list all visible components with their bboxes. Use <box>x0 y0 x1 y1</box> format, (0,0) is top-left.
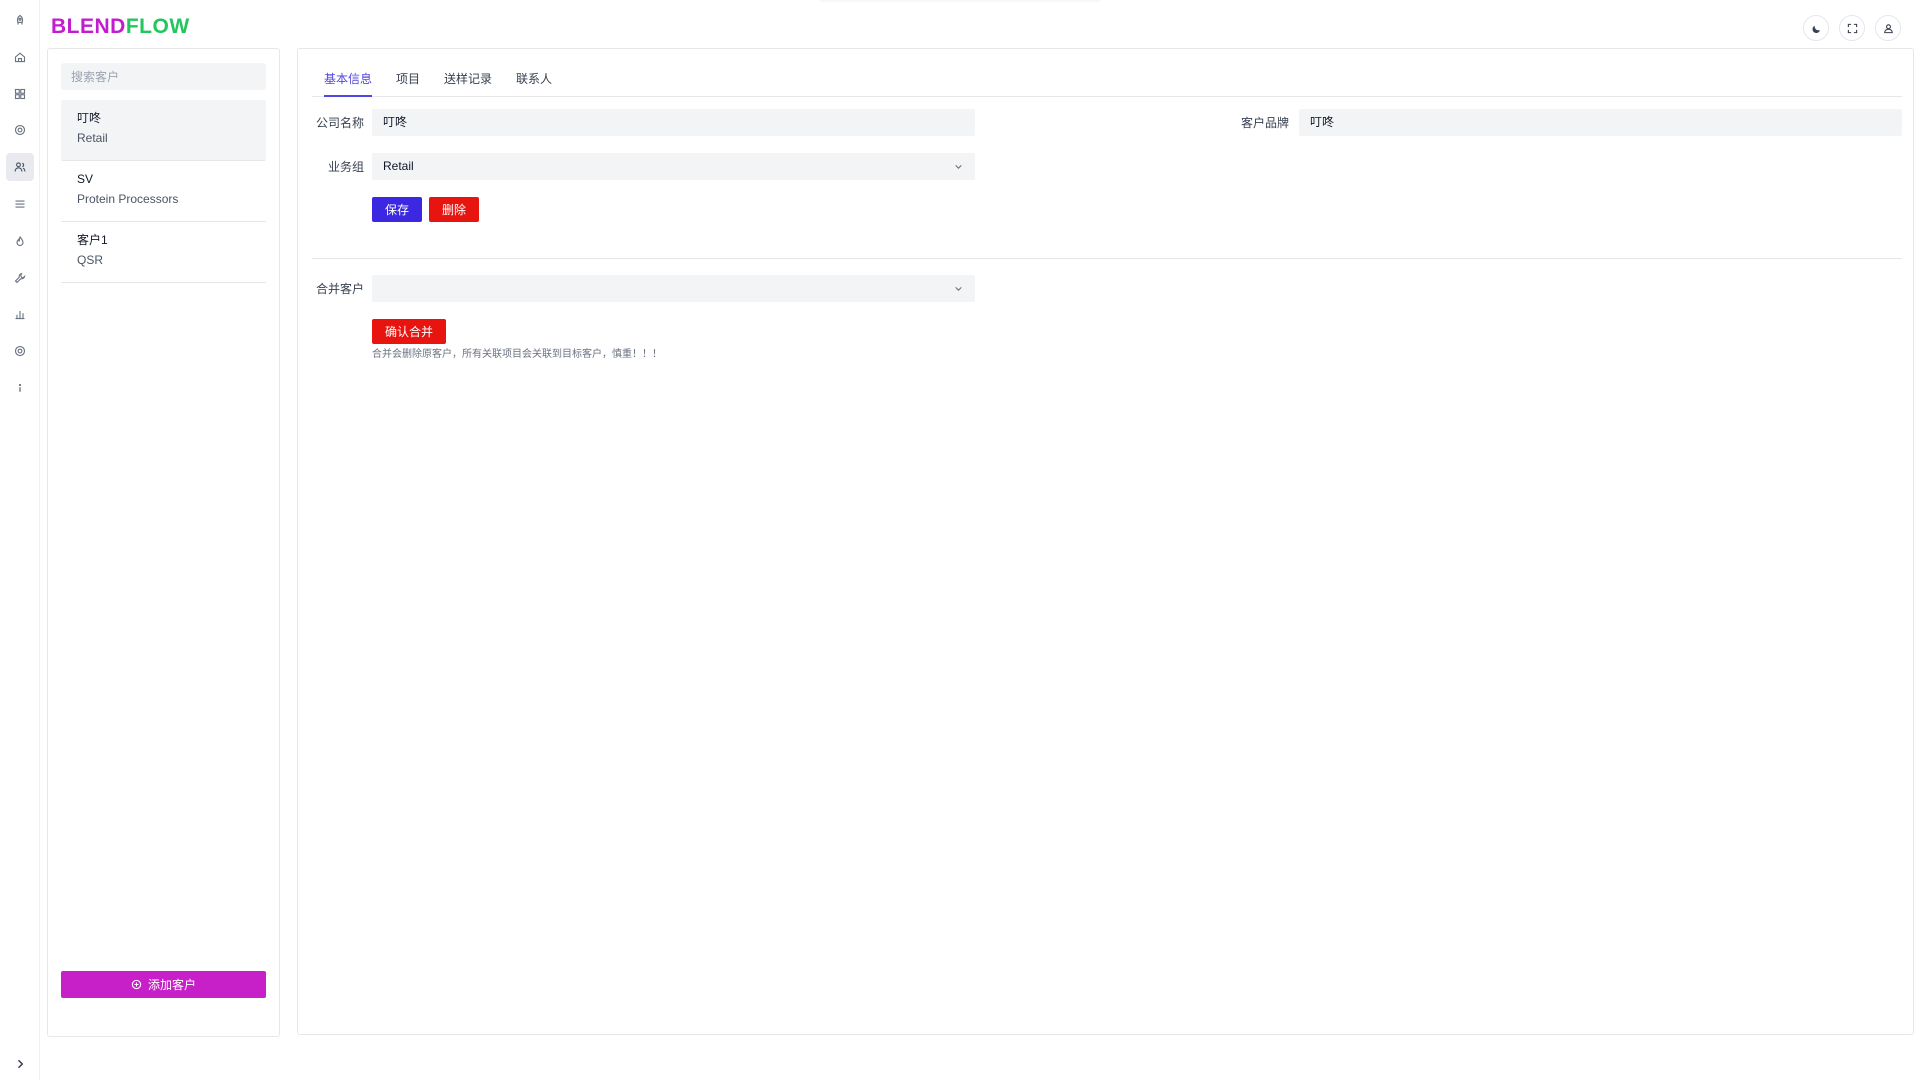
logo-part2: FLOW <box>125 15 190 38</box>
user-button[interactable] <box>1875 15 1901 41</box>
customer-list-panel: 叮咚 Retail SV Protein Processors 客户1 QSR … <box>47 48 280 1037</box>
brand-field[interactable]: 叮咚 <box>1299 109 1902 136</box>
merge-customer-select[interactable] <box>372 275 975 302</box>
confirm-merge-button[interactable]: 确认合并 <box>372 319 446 344</box>
business-group-select[interactable]: Retail <box>372 153 975 180</box>
rocket-icon[interactable] <box>6 6 34 34</box>
business-group-value: Retail <box>383 159 414 173</box>
merge-warning-text: 合并会删除原客户，所有关联项目会关联到目标客户，慎重！！！ <box>372 349 662 360</box>
user-icon <box>1883 23 1893 33</box>
logo-part1: BLEND <box>51 15 126 38</box>
side-rail <box>0 0 40 1080</box>
merge-customer-label: 合并客户 <box>315 282 364 296</box>
brand-label: 客户品牌 <box>1240 116 1289 130</box>
customer-group: Protein Processors <box>77 192 179 206</box>
business-group-label: 业务组 <box>327 160 364 174</box>
customer-group: Retail <box>77 131 108 145</box>
theme-toggle-button[interactable] <box>1803 15 1829 41</box>
fullscreen-icon <box>1847 23 1857 33</box>
chevron-down-icon <box>955 286 962 291</box>
save-button[interactable]: 保存 <box>372 197 422 222</box>
target-icon[interactable] <box>6 116 34 144</box>
top-notch <box>820 0 1100 3</box>
info-icon[interactable] <box>6 374 34 402</box>
customer-item-customer1[interactable]: 客户1 QSR <box>61 222 266 283</box>
fullscreen-button[interactable] <box>1839 15 1865 41</box>
list-icon[interactable] <box>6 190 34 218</box>
tab-basic-info[interactable]: 基本信息 <box>324 71 373 97</box>
tab-projects[interactable]: 项目 <box>396 71 420 96</box>
fire-icon[interactable] <box>6 227 34 255</box>
settings-icon[interactable] <box>6 337 34 365</box>
moon-icon <box>1812 25 1820 33</box>
customer-item-sv[interactable]: SV Protein Processors <box>61 161 266 222</box>
plus-circle-icon <box>131 979 142 990</box>
tab-sample-records[interactable]: 送样记录 <box>444 71 492 96</box>
customer-search-input[interactable] <box>61 63 266 90</box>
bar-chart-icon[interactable] <box>6 300 34 328</box>
section-divider <box>312 258 1902 259</box>
expand-sidebar-chevron-icon[interactable] <box>8 1052 32 1076</box>
customer-item-dingdong[interactable]: 叮咚 Retail <box>61 100 266 161</box>
chevron-down-icon <box>955 164 962 169</box>
add-customer-button[interactable]: 添加客户 <box>61 971 266 998</box>
app-logo: BLEND FLOW <box>51 14 190 40</box>
customer-name: 客户1 <box>77 233 108 247</box>
customer-group: QSR <box>77 253 104 267</box>
wrench-icon[interactable] <box>6 264 34 292</box>
customer-detail-panel: 基本信息 项目 送样记录 联系人 公司名称 叮咚 客户品牌 叮咚 业务组 Ret… <box>297 48 1914 1035</box>
tab-contacts[interactable]: 联系人 <box>516 71 552 96</box>
add-customer-label: 添加客户 <box>147 978 196 992</box>
delete-button[interactable]: 删除 <box>429 197 479 222</box>
customer-name: SV <box>77 172 94 186</box>
company-name-field[interactable]: 叮咚 <box>372 109 975 136</box>
customers-icon[interactable] <box>6 153 34 181</box>
home-icon[interactable] <box>6 43 34 71</box>
company-name-label: 公司名称 <box>315 116 364 130</box>
customer-name: 叮咚 <box>77 111 102 125</box>
grid-icon[interactable] <box>6 80 34 108</box>
detail-tabs: 基本信息 项目 送样记录 联系人 <box>312 71 1902 97</box>
